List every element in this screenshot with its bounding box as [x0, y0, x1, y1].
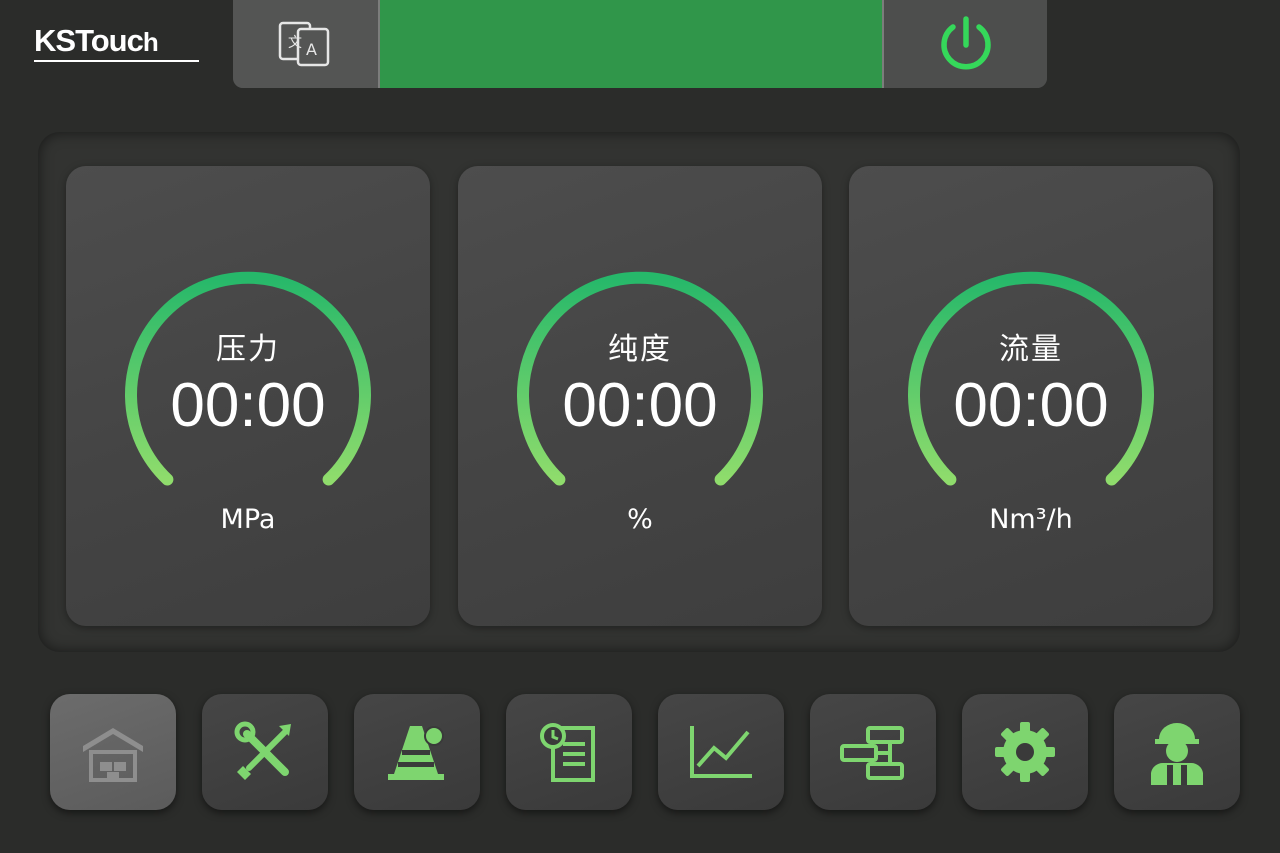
- nav-settings-button[interactable]: [962, 694, 1088, 810]
- gauge-value: 00:00: [562, 371, 718, 440]
- gauge-label: 流量: [999, 332, 1063, 367]
- logo-underline: [34, 60, 199, 62]
- nav-trend-button[interactable]: [658, 694, 784, 810]
- gauge-unit: Nm³/h: [989, 504, 1073, 535]
- svg-text:文: 文: [288, 35, 302, 51]
- brand-logo: KSTouch: [34, 24, 202, 68]
- gauge-panel: 压力 00:00 MPa 纯度 00:00 % 流量 00:00 Nm³/h: [38, 132, 1240, 652]
- top-bar: 文 A: [233, 0, 1047, 88]
- gauge-card-flow: 流量 00:00 Nm³/h: [849, 166, 1213, 626]
- language-translate-icon: 文 A: [278, 21, 329, 67]
- nav-history-button[interactable]: [506, 694, 632, 810]
- status-bar: [380, 0, 882, 88]
- gauge-value: 00:00: [170, 371, 326, 440]
- gauge-unit: MPa: [220, 504, 276, 535]
- alarm-icon: [388, 726, 444, 780]
- history-record-icon: [540, 723, 595, 782]
- tools-icon: [234, 721, 291, 780]
- nav-home-button[interactable]: [50, 694, 176, 810]
- gauge-label: 纯度: [608, 332, 672, 367]
- gauge-unit: %: [627, 504, 653, 535]
- language-button[interactable]: 文 A: [233, 0, 378, 88]
- power-icon: [940, 16, 991, 70]
- logo-text: KSTouch: [34, 23, 159, 58]
- gauge-card-pressure: 压力 00:00 MPa: [66, 166, 430, 626]
- bottom-nav: [50, 694, 1240, 814]
- gauge-label: 压力: [216, 332, 280, 367]
- user-worker-icon: [1151, 723, 1203, 785]
- gauge-card-purity: 纯度 00:00 %: [458, 166, 822, 626]
- svg-text:A: A: [306, 40, 317, 59]
- nav-user-button[interactable]: [1114, 694, 1240, 810]
- flowchart-icon: [840, 726, 904, 780]
- nav-flowchart-button[interactable]: [810, 694, 936, 810]
- gauge-value: 00:00: [953, 371, 1109, 440]
- settings-gear-icon: [995, 722, 1055, 782]
- trend-chart-icon: [690, 726, 752, 778]
- nav-alarm-button[interactable]: [354, 694, 480, 810]
- power-button[interactable]: [884, 0, 1047, 88]
- home-warehouse-icon: [83, 728, 143, 782]
- nav-tools-button[interactable]: [202, 694, 328, 810]
